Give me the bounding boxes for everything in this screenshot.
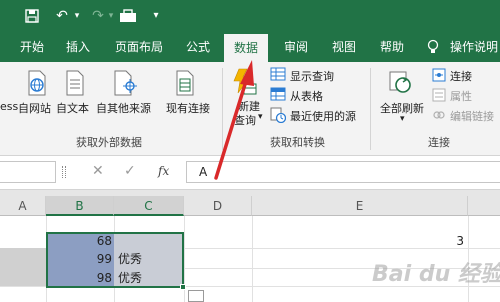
ribbon-separator [222,68,223,150]
worksheet-grid: A B C D E 68 3 99 优秀 98 优秀 Bai du 经验 [0,190,500,302]
from-web-button[interactable]: 自网站 [18,100,51,116]
connections-button[interactable]: 连接 [450,68,472,84]
ribbon-cut-label[interactable]: ess [0,100,18,113]
from-text-icon[interactable] [64,70,86,99]
cancel-icon[interactable]: ✕ [92,163,106,179]
properties-icon [432,88,446,105]
undo-icon[interactable]: ↶ [52,6,72,26]
tab-help[interactable]: 帮助 [372,32,412,62]
formula-bar-buttons: ✕ ✓ fx [84,161,184,183]
tab-insert[interactable]: 插入 [58,32,98,62]
tab-tell-me[interactable]: 操作说明 [450,32,500,62]
from-web-icon[interactable] [26,70,48,99]
cell-b41[interactable]: 68 [46,233,112,249]
title-bar: ↶ ▾ ↷ ▾ ▾ [0,0,500,32]
formula-bar: ✕ ✓ fx A [0,156,500,190]
baidu-watermark: Bai du 经验 [372,262,500,287]
properties-button: 属性 [450,90,472,103]
tab-page-layout[interactable]: 页面布局 [108,32,170,62]
formula-input[interactable]: A [186,161,500,183]
quick-analysis-icon[interactable] [188,290,204,302]
ribbon-separator [370,68,371,150]
get-transform-group-label: 获取和转换 [270,136,325,149]
show-queries-button[interactable]: 显示查询 [290,68,334,84]
column-header-b[interactable]: B [46,196,114,216]
show-queries-icon[interactable] [270,67,286,84]
new-query-icon[interactable] [232,68,258,99]
connections-icon[interactable] [432,68,446,85]
row-highlight [0,248,46,286]
column-header-a[interactable]: A [0,196,46,216]
formula-bar-grip-icon[interactable] [62,166,66,178]
recent-sources-icon[interactable] [270,107,287,126]
tab-review[interactable]: 审阅 [276,32,316,62]
from-table-icon[interactable] [270,87,286,104]
column-header-c[interactable]: C [114,196,184,216]
tab-data[interactable]: 数据 [224,34,268,62]
lightbulb-icon[interactable] [424,32,442,62]
redo-dropdown-icon[interactable]: ▾ [106,6,116,26]
from-table-button[interactable]: 从表格 [290,88,323,104]
customize-qat-icon[interactable]: ▾ [146,6,166,26]
cell-e41[interactable]: 3 [252,233,464,249]
edit-links-button: 编辑链接 [450,110,494,123]
tab-formulas[interactable]: 公式 [178,32,218,62]
column-header-f[interactable] [468,196,500,216]
column-header-e[interactable]: E [252,196,468,216]
recent-sources-button[interactable]: 最近使用的源 [290,108,356,124]
get-external-data-group-label: 获取外部数据 [76,136,142,149]
connections-group-label: 连接 [428,136,450,149]
name-box[interactable] [0,161,56,183]
column-header-d[interactable]: D [184,196,252,216]
edit-links-icon [432,108,446,125]
grid-line [252,216,253,302]
from-other-sources-icon[interactable] [112,70,138,99]
undo-dropdown-icon[interactable]: ▾ [72,6,82,26]
refresh-all-icon[interactable] [388,70,414,99]
save-icon[interactable] [22,6,42,26]
cell-c42[interactable]: 优秀 [118,251,182,267]
ribbon-tabs: 开始 插入 页面布局 公式 数据 审阅 视图 帮助 操作说明 [0,32,500,62]
tab-home[interactable]: 开始 [10,32,54,62]
cell-c43[interactable]: 优秀 [118,270,182,286]
cell-b42[interactable]: 99 [46,251,112,267]
existing-connections-button[interactable]: 现有连接 [166,100,210,116]
new-query-label-2[interactable]: 查询 [234,112,256,128]
new-query-dropdown-icon[interactable]: ▾ [258,112,263,122]
existing-connections-icon[interactable] [174,70,198,99]
toolbar-tool-icon[interactable] [118,6,138,26]
ribbon-data: ess 自网站 自文本 自其他来源 现有连接 获取外部数据 新建 查询 ▾ 显示… [0,62,500,156]
enter-icon[interactable]: ✓ [124,163,138,179]
tab-view[interactable]: 视图 [324,32,364,62]
redo-icon[interactable]: ↷ [88,6,108,26]
cell-b43[interactable]: 98 [46,270,112,286]
from-text-button[interactable]: 自文本 [56,100,89,116]
from-other-sources-button[interactable]: 自其他来源 [96,100,151,116]
insert-function-icon[interactable]: fx [158,163,176,179]
refresh-all-dropdown-icon[interactable]: ▾ [400,114,405,124]
